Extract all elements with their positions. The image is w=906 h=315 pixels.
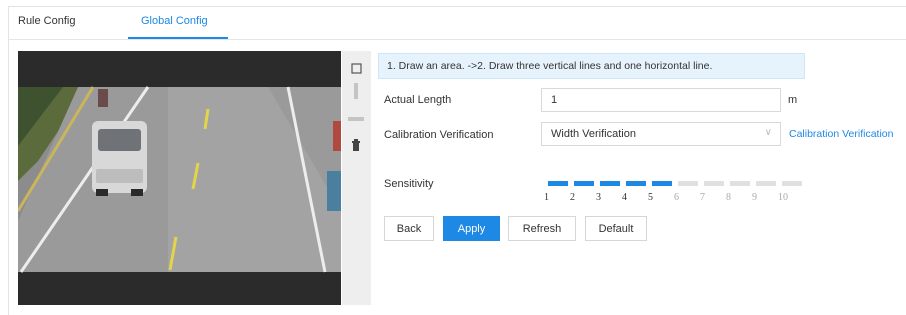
tab-global-config[interactable]: Global Config (141, 15, 208, 27)
sensitivity-segment[interactable] (756, 181, 776, 186)
horizontal-line-icon[interactable] (348, 111, 364, 127)
sensitivity-tick-label: 1 (544, 192, 549, 203)
instruction-hint: 1. Draw an area. ->2. Draw three vertica… (378, 53, 805, 79)
sensitivity-tick-label: 5 (648, 192, 653, 203)
sensitivity-tick-label: 7 (700, 192, 705, 203)
sensitivity-segment[interactable] (652, 181, 672, 186)
sensitivity-segment[interactable] (548, 181, 568, 186)
calibration-selected-value: Width Verification (551, 128, 636, 140)
drawing-toolbar (342, 51, 371, 305)
refresh-button[interactable]: Refresh (508, 216, 576, 241)
sensitivity-segment[interactable] (600, 181, 620, 186)
sensitivity-tick-label: 8 (726, 192, 731, 203)
tab-rule-config[interactable]: Rule Config (18, 15, 75, 27)
sensitivity-tick-label: 6 (674, 192, 679, 203)
calibration-verification-link[interactable]: Calibration Verification (789, 128, 893, 140)
sensitivity-segment[interactable] (626, 181, 646, 186)
sensitivity-tick-label: 3 (596, 192, 601, 203)
delete-icon[interactable] (348, 137, 364, 153)
chevron-down-icon: ∨ (764, 127, 772, 138)
vertical-line-icon[interactable] (348, 83, 364, 99)
sensitivity-segment[interactable] (678, 181, 698, 186)
sensitivity-label: Sensitivity (384, 178, 434, 190)
sensitivity-tick-label: 2 (570, 192, 575, 203)
calibration-verification-select[interactable]: Width Verification ∨ (541, 122, 781, 146)
sensitivity-segment[interactable] (730, 181, 750, 186)
tab-bar: Rule Config Global Config (8, 7, 906, 40)
sensitivity-segment[interactable] (704, 181, 724, 186)
sensitivity-segment[interactable] (782, 181, 802, 186)
apply-button[interactable]: Apply (443, 216, 500, 241)
sensitivity-segment[interactable] (574, 181, 594, 186)
length-unit: m (788, 94, 798, 106)
road-scene (18, 51, 341, 305)
video-preview[interactable] (18, 51, 341, 305)
active-tab-indicator (128, 37, 228, 39)
actual-length-label: Actual Length (384, 94, 452, 106)
sensitivity-tick-label: 10 (778, 192, 788, 203)
back-button[interactable]: Back (384, 216, 434, 241)
calibration-verification-label: Calibration Verification (384, 129, 494, 141)
actual-length-input[interactable]: 1 (541, 88, 781, 112)
sensitivity-tick-label: 9 (752, 192, 757, 203)
default-button[interactable]: Default (585, 216, 647, 241)
sensitivity-tick-label: 4 (622, 192, 627, 203)
draw-rectangle-icon[interactable] (348, 60, 364, 76)
